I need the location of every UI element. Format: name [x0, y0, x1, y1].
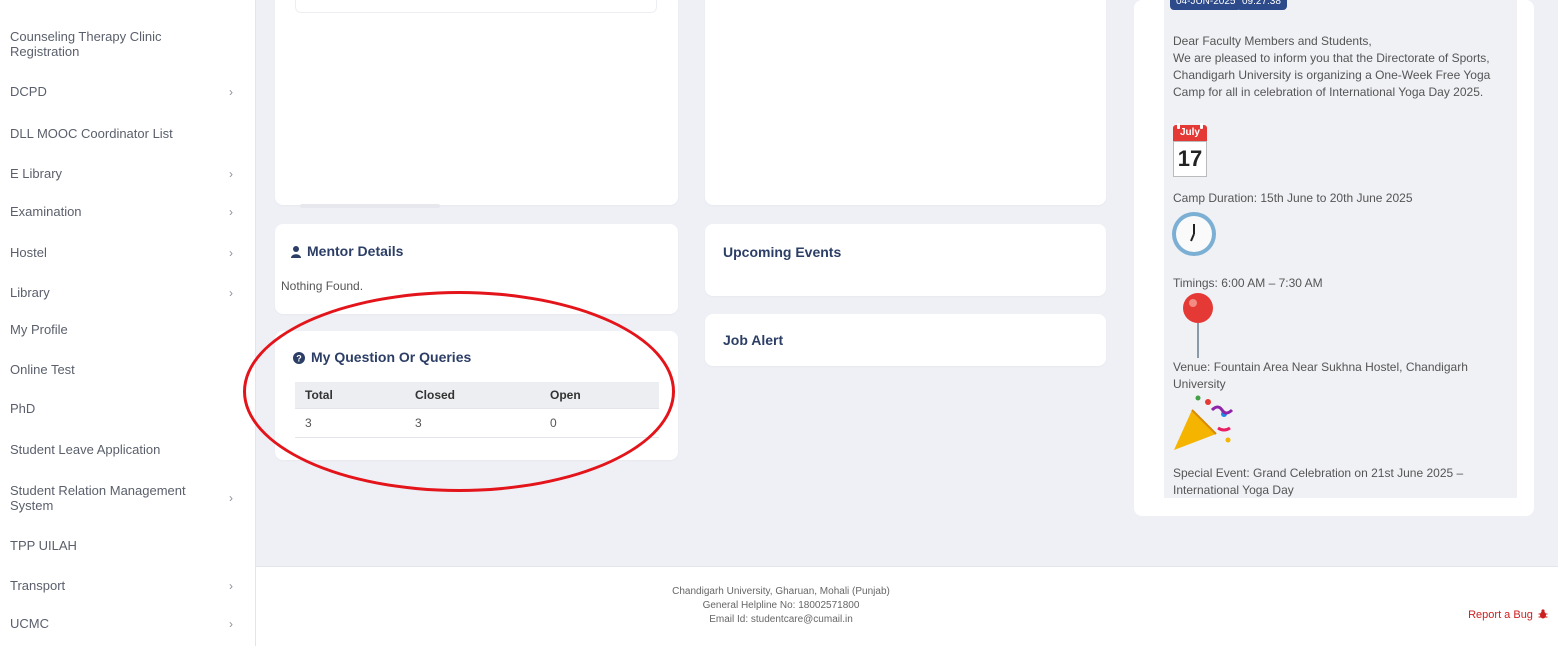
- cell-total: 3: [295, 408, 405, 438]
- top-left-card: [275, 0, 678, 205]
- sidebar-item-transport[interactable]: Transport ›: [10, 578, 245, 593]
- calendar-day: 17: [1173, 141, 1207, 177]
- sidebar-item-label: Counseling Therapy Clinic Registration: [10, 29, 162, 59]
- sidebar-item-label: TPP UILAH: [10, 538, 77, 553]
- upcoming-events-card: Upcoming Events: [705, 224, 1106, 296]
- clock-icon: [1172, 212, 1216, 256]
- mentor-empty-text: Nothing Found.: [281, 279, 364, 293]
- chevron-right-icon: ›: [229, 578, 233, 593]
- chevron-right-icon: ›: [229, 204, 233, 219]
- sidebar-item-online-test[interactable]: Online Test: [10, 362, 245, 377]
- notice-intro: We are pleased to inform you that the Di…: [1173, 51, 1491, 99]
- queries-card: ? My Question Or Queries Total Closed Op…: [275, 331, 678, 460]
- sidebar-item-dcpd[interactable]: DCPD ›: [10, 84, 245, 99]
- camp-timings: Timings: 6:00 AM – 7:30 AM: [1173, 276, 1323, 290]
- sidebar-item-examination[interactable]: Examination ›: [10, 204, 245, 219]
- chevron-right-icon: ›: [229, 166, 233, 181]
- bug-icon: [1538, 609, 1548, 619]
- mentor-details-card: Mentor Details Nothing Found.: [275, 224, 678, 314]
- queries-table: Total Closed Open 3 3 0: [295, 382, 659, 438]
- pushpin-icon: [1183, 293, 1213, 358]
- question-circle-icon: ?: [293, 352, 305, 364]
- sidebar-item-label: Hostel: [10, 245, 47, 260]
- sidebar-item-label: Transport: [10, 578, 66, 593]
- mentor-details-title: Mentor Details: [291, 243, 403, 259]
- sidebar-item-student-relation[interactable]: Student Relation Management System ›: [10, 483, 245, 513]
- sidebar-item-label: Examination: [10, 204, 82, 219]
- table-row: 3 3 0: [295, 408, 659, 438]
- chevron-right-icon: ›: [229, 616, 233, 631]
- mentor-details-label: Mentor Details: [307, 243, 404, 259]
- calendar-ring: [1200, 123, 1203, 129]
- scrollbar-hint: [300, 204, 440, 208]
- calendar-icon: July 17: [1173, 123, 1207, 178]
- cell-closed: 3: [405, 408, 540, 438]
- report-bug-label: Report a Bug: [1468, 609, 1533, 621]
- sidebar-item-label: E Library: [10, 166, 63, 181]
- special-event: Special Event: Grand Celebration on 21st…: [1173, 466, 1464, 497]
- sidebar-item-student-leave[interactable]: Student Leave Application: [10, 442, 245, 457]
- footer-address: Chandigarh University, Gharuan, Mohali (…: [672, 586, 890, 597]
- sidebar-item-e-library[interactable]: E Library ›: [10, 166, 245, 181]
- chevron-right-icon: ›: [229, 491, 233, 505]
- sidebar-item-counseling[interactable]: Counseling Therapy Clinic Registration: [10, 29, 245, 59]
- sidebar-item-library[interactable]: Library ›: [10, 285, 245, 300]
- cell-open: 0: [540, 408, 659, 438]
- sidebar-item-label: UCMC: [10, 616, 49, 631]
- chevron-right-icon: ›: [229, 285, 233, 300]
- sidebar-item-dll-mooc[interactable]: DLL MOOC Coordinator List: [10, 126, 245, 141]
- camp-duration: Camp Duration: 15th June to 20th June 20…: [1173, 191, 1413, 205]
- table-header-row: Total Closed Open: [295, 382, 659, 409]
- footer-helpline: General Helpline No: 18002571800: [702, 600, 860, 611]
- job-alert-title: Job Alert: [723, 332, 784, 348]
- sidebar-item-ucmc[interactable]: UCMC ›: [10, 616, 245, 631]
- chevron-right-icon: ›: [229, 245, 233, 260]
- sidebar-item-label: PhD: [10, 401, 36, 416]
- sidebar-item-label: Online Test: [10, 362, 75, 377]
- sidebar-item-label: Student Leave Application: [10, 442, 161, 457]
- time-badge: 09:27:38: [1236, 0, 1287, 10]
- sidebar-item-label: My Profile: [10, 322, 68, 337]
- sidebar-item-label: Library: [10, 285, 50, 300]
- sidebar-item-label: Student Relation Management System: [10, 483, 186, 513]
- svg-text:?: ?: [296, 354, 302, 364]
- sidebar: Counseling Therapy Clinic Registration D…: [0, 0, 256, 646]
- column-header-open: Open: [540, 382, 659, 409]
- footer: Chandigarh University, Gharuan, Mohali (…: [256, 567, 1558, 646]
- chevron-right-icon: ›: [229, 84, 233, 99]
- column-header-closed: Closed: [405, 382, 540, 409]
- party-popper-icon: [1174, 395, 1234, 450]
- sidebar-item-label: DLL MOOC Coordinator List: [10, 126, 173, 141]
- upcoming-events-title: Upcoming Events: [723, 244, 842, 260]
- sidebar-item-phd[interactable]: PhD: [10, 401, 245, 416]
- sidebar-item-hostel[interactable]: Hostel ›: [10, 245, 245, 260]
- report-bug-link[interactable]: Report a Bug: [1468, 609, 1548, 621]
- job-alert-card: Job Alert: [705, 314, 1106, 366]
- sidebar-item-label: DCPD: [10, 84, 47, 99]
- sidebar-item-tpp-uilah[interactable]: TPP UILAH: [10, 538, 245, 553]
- user-icon: [291, 246, 301, 258]
- camp-venue: Venue: Fountain Area Near Sukhna Hostel,…: [1173, 360, 1468, 391]
- queries-title: ? My Question Or Queries: [293, 349, 471, 365]
- top-right-card: [705, 0, 1106, 205]
- sidebar-item-my-profile[interactable]: My Profile: [10, 322, 245, 337]
- queries-label: My Question Or Queries: [311, 349, 472, 365]
- card-inner-frame: [295, 0, 657, 13]
- footer-email[interactable]: Email Id: studentcare@cumail.in: [256, 614, 1306, 625]
- column-header-total: Total: [295, 382, 405, 409]
- notice-greeting: Dear Faculty Members and Students,: [1173, 34, 1372, 48]
- date-badge: 04-JUN-2025: [1170, 0, 1242, 10]
- calendar-ring: [1177, 123, 1180, 129]
